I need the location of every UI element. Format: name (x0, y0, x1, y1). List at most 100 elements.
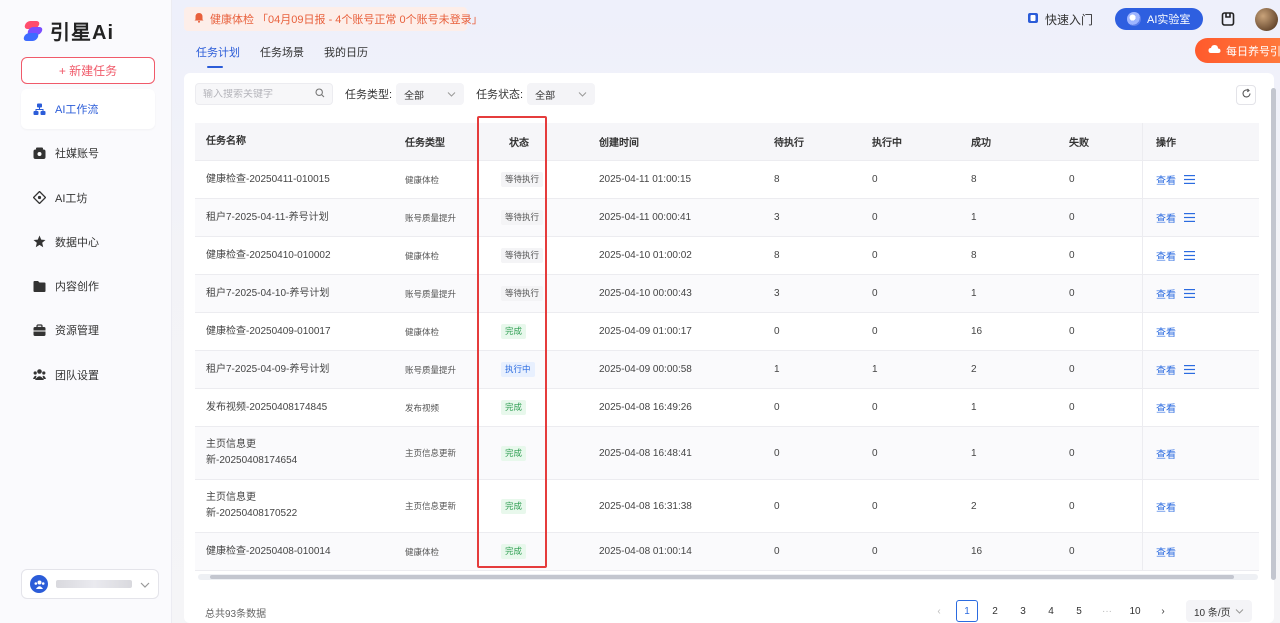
page-size-select[interactable]: 10 条/页 (1186, 600, 1252, 622)
success-count: 8 (971, 250, 977, 261)
tablet-icon[interactable] (1221, 12, 1235, 26)
view-link[interactable]: 查看 (1156, 499, 1176, 514)
user-switcher[interactable] (21, 569, 159, 599)
menu-icon[interactable] (1184, 175, 1195, 184)
horizontal-scrollbar[interactable] (198, 574, 1258, 580)
task-type: 账号质量提升 (405, 288, 457, 299)
pending-count: 1 (774, 364, 780, 375)
sidebar-item[interactable]: 内容创作 (21, 266, 155, 306)
user-avatar[interactable] (1255, 8, 1278, 31)
success-count: 1 (971, 212, 977, 223)
view-link[interactable]: 查看 (1156, 248, 1176, 263)
task-panel: 任务类型: 全部 任务状态: 全部 任务名称任务类型状态创建时间待执行执行中成功… (184, 73, 1274, 623)
task-status-cell: 等待执行 (486, 172, 584, 187)
search-box[interactable] (195, 83, 333, 105)
view-link[interactable]: 查看 (1156, 362, 1176, 377)
task-type-select[interactable]: 全部 (396, 83, 465, 105)
prev-page-button[interactable]: ‹ (928, 600, 950, 622)
page-ellipsis[interactable]: ··· (1096, 600, 1118, 622)
app-logo[interactable]: 引星Ai (22, 16, 114, 45)
vertical-scroll-thumb[interactable] (1271, 88, 1276, 580)
task-status-cell: 完成 (486, 498, 584, 514)
row-actions: 查看 (1142, 237, 1259, 274)
row-actions: 查看 (1142, 199, 1259, 236)
menu-icon[interactable] (1184, 213, 1195, 222)
page-button[interactable]: 4 (1040, 600, 1062, 622)
page-button[interactable]: 1 (956, 600, 978, 622)
row-actions: 查看 (1142, 161, 1259, 198)
menu-icon[interactable] (1184, 251, 1195, 260)
pending-count: 3 (774, 288, 780, 299)
daily-traffic-button[interactable]: 每日养号引流 (1195, 38, 1280, 63)
quick-start-link[interactable]: 快速入门 (1027, 11, 1093, 28)
row-actions: 查看 (1142, 533, 1259, 570)
search-icon[interactable] (315, 87, 325, 101)
row-actions: 查看 (1142, 275, 1259, 312)
task-name: 健康检查-20250408-010014 (206, 545, 331, 557)
page-button[interactable]: 5 (1068, 600, 1090, 622)
view-link[interactable]: 查看 (1156, 172, 1176, 187)
failed-count: 0 (1069, 212, 1075, 223)
sidebar-item-label: AI工坊 (55, 192, 88, 205)
sidebar-item[interactable]: 资源管理 (21, 310, 155, 350)
tab-item[interactable]: 我的日历 (324, 44, 368, 68)
task-type: 健康体检 (405, 174, 440, 185)
view-link[interactable]: 查看 (1156, 446, 1176, 461)
cloud-icon (1208, 44, 1221, 57)
menu-icon[interactable] (1184, 289, 1195, 298)
search-input[interactable] (203, 88, 303, 100)
task-status-label: 任务状态: (476, 89, 524, 101)
sidebar-item[interactable]: AI工作流 (21, 89, 155, 129)
next-page-button[interactable]: › (1152, 600, 1174, 622)
task-status-cell: 执行中 (486, 362, 584, 377)
table-row: 健康检查-20250411-010015 健康体检 等待执行 2025-04-11 0… (195, 161, 1259, 199)
task-name: 主页信息更 新-20250408174654 (206, 439, 298, 466)
briefcase-icon (33, 324, 46, 337)
sidebar-item[interactable]: 团队设置 (21, 355, 155, 395)
tab-item[interactable]: 任务场景 (260, 44, 304, 68)
refresh-button[interactable] (1236, 85, 1256, 105)
page-button[interactable]: 3 (1012, 600, 1034, 622)
sidebar-item[interactable]: 社媒账号 (21, 133, 155, 173)
created-time: 2025-04-08 16:31:38 (599, 500, 692, 512)
view-link[interactable]: 查看 (1156, 324, 1176, 339)
view-link[interactable]: 查看 (1156, 286, 1176, 301)
health-notice-banner[interactable]: 健康体检 「04月09日报 - 4个账号正常 0个账号未登录」 (184, 7, 483, 31)
view-link[interactable]: 查看 (1156, 400, 1176, 415)
failed-count: 0 (1069, 447, 1075, 459)
pending-count: 8 (774, 174, 780, 185)
tab-item[interactable]: 任务计划 (196, 44, 240, 68)
ai-lab-button[interactable]: AI实验室 (1115, 8, 1203, 30)
created-time: 2025-04-09 01:00:17 (599, 326, 692, 337)
sidebar-item[interactable]: AI工坊 (21, 178, 155, 218)
success-count: 1 (971, 402, 977, 413)
sidebar-item-label: 社媒账号 (55, 148, 99, 161)
menu-icon[interactable] (1184, 365, 1195, 374)
row-actions: 查看 (1142, 480, 1259, 532)
pending-count: 3 (774, 212, 780, 223)
table-row: 健康检查-20250409-010017 健康体检 完成 2025-04-09 01:… (195, 313, 1259, 351)
table-body: 健康检查-20250411-010015 健康体检 等待执行 2025-04-11 0… (195, 161, 1259, 571)
view-link[interactable]: 查看 (1156, 210, 1176, 225)
status-badge: 等待执行 (501, 248, 544, 263)
new-task-button[interactable]: + 新建任务 (21, 57, 155, 84)
task-tabs: 任务计划 任务场景 我的日历 (196, 44, 368, 68)
task-type-value: 全部 (404, 90, 425, 102)
blurred-username (56, 580, 132, 588)
table-row: 健康检查-20250408-010014 健康体检 完成 2025-04-08 01:… (195, 533, 1259, 571)
task-status-select[interactable]: 全部 (527, 83, 596, 105)
task-type: 主页信息更新 (405, 448, 457, 458)
task-status-cell: 完成 (486, 324, 584, 339)
task-type: 发布视频 (405, 402, 440, 413)
success-count: 8 (971, 174, 977, 185)
view-link[interactable]: 查看 (1156, 544, 1176, 559)
page-button[interactable]: 10 (1124, 600, 1146, 622)
horizontal-scroll-thumb[interactable] (210, 575, 1234, 579)
vertical-scrollbar[interactable] (1270, 88, 1276, 580)
created-time: 2025-04-08 16:49:26 (599, 402, 692, 413)
page-button[interactable]: 2 (984, 600, 1006, 622)
task-status-cell: 完成 (486, 445, 584, 461)
task-name: 租户7-2025-04-10-养号计划 (206, 287, 330, 299)
task-name: 主页信息更 新-20250408170522 (206, 492, 298, 519)
sidebar-item[interactable]: 数据中心 (21, 222, 155, 262)
